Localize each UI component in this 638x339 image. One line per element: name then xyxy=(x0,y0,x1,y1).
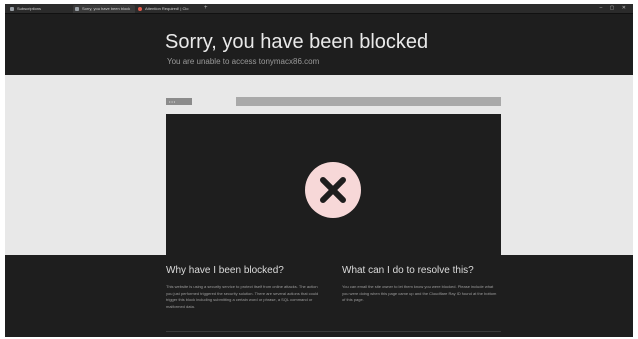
tab-label: Sorry, you have been block xyxy=(82,6,131,11)
why-blocked-heading: Why have I been blocked? xyxy=(166,265,284,276)
tab-label: Subscriptions xyxy=(17,6,42,11)
resolve-heading: What can I do to resolve this? xyxy=(342,265,474,276)
tab-favicon-icon xyxy=(10,7,14,11)
footer-divider xyxy=(166,331,501,332)
browser-window: Subscriptions Sorry, you have been block… xyxy=(5,4,633,337)
tab-favicon-icon xyxy=(75,7,79,11)
tab-strip: Subscriptions Sorry, you have been block… xyxy=(5,4,633,14)
x-circle-icon xyxy=(305,162,361,218)
tab-attention-required[interactable]: Attention Required! | Clo xyxy=(136,5,202,13)
tab-blocked-page[interactable]: Sorry, you have been block xyxy=(73,5,135,13)
page-subtitle: You are unable to access tonymacx86.com xyxy=(167,57,320,66)
cloudflare-favicon-icon xyxy=(138,7,142,11)
tab-subscriptions[interactable]: Subscriptions xyxy=(8,5,72,13)
resolve-text: You can email the site owner to let them… xyxy=(342,284,497,302)
window-controls[interactable]: – ▢ ✕ xyxy=(600,4,629,13)
why-blocked-text: This website is using a security service… xyxy=(166,284,319,309)
page-title: Sorry, you have been blocked xyxy=(165,31,429,53)
tab-label: Attention Required! | Clo xyxy=(145,6,189,11)
mock-browser-dots: ••• xyxy=(169,99,177,104)
new-tab-button[interactable]: + xyxy=(204,4,208,13)
x-mark-icon xyxy=(320,177,346,203)
